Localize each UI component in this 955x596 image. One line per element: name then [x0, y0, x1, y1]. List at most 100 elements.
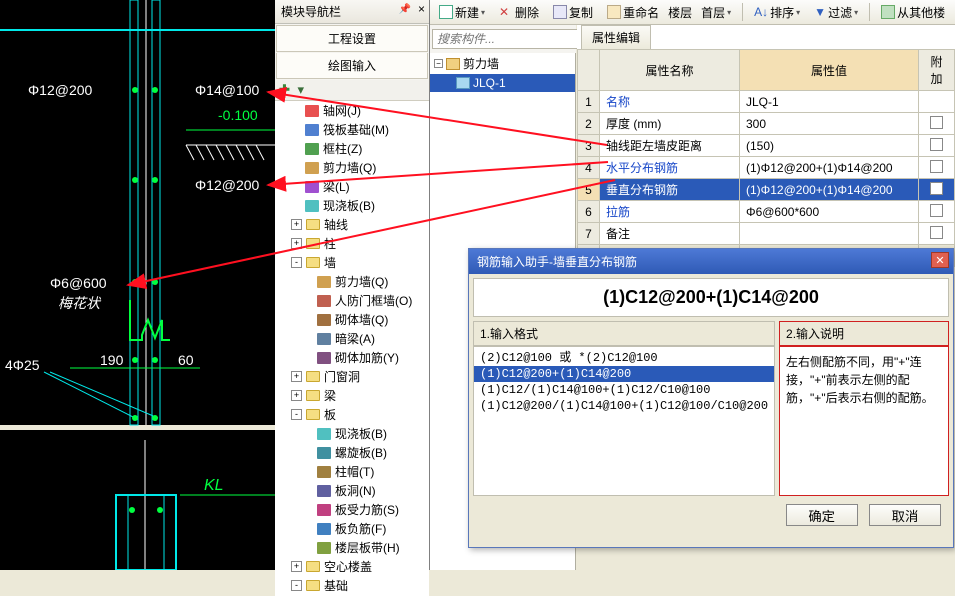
component-root[interactable]: − 剪力墙	[430, 53, 575, 74]
checkbox-icon[interactable]	[930, 204, 943, 217]
format-option[interactable]: (1)C12@200+(1)C14@200	[474, 366, 774, 382]
tree-item[interactable]: 螺旋板(B)	[275, 443, 429, 462]
from-other-button[interactable]: 从其他楼	[876, 1, 950, 24]
property-row[interactable]: 4 水平分布钢筋 (1)Φ12@200+(1)Φ14@200	[578, 157, 955, 179]
tree-item[interactable]: +门窗洞	[275, 367, 429, 386]
property-row[interactable]: 7 备注	[578, 223, 955, 245]
tree-item[interactable]: 现浇板(B)	[275, 196, 429, 215]
prop-value[interactable]: JLQ-1	[740, 91, 919, 113]
expand-icon[interactable]: +	[291, 238, 302, 249]
prop-value[interactable]	[740, 223, 919, 245]
checkbox-icon[interactable]	[930, 182, 943, 195]
cad-dim-60: 60	[178, 352, 194, 368]
prop-extra[interactable]	[919, 135, 955, 157]
col-extra: 附加	[919, 50, 955, 91]
format-option[interactable]: (1)C12@200/(1)C14@100+(1)C12@100/C10@200	[474, 398, 774, 414]
col-name: 属性名称	[600, 50, 740, 91]
tree-item[interactable]: -板	[275, 405, 429, 424]
property-row[interactable]: 1 名称 JLQ-1	[578, 91, 955, 113]
tree-item[interactable]: 现浇板(B)	[275, 424, 429, 443]
nav-tab-settings[interactable]: 工程设置	[276, 25, 428, 52]
prop-extra[interactable]	[919, 179, 955, 201]
properties-tab[interactable]: 属性编辑	[581, 25, 651, 49]
expand-icon[interactable]: +	[291, 219, 302, 230]
collapse-icon[interactable]: ▾	[298, 82, 305, 97]
add-icon[interactable]: ✚	[279, 82, 290, 97]
cancel-button[interactable]: 取消	[869, 504, 941, 526]
component-item-jlq1[interactable]: JLQ-1	[430, 74, 575, 92]
delete-button[interactable]: ✕删除	[494, 1, 544, 24]
tree-item[interactable]: 剪力墙(Q)	[275, 272, 429, 291]
expand-icon[interactable]: −	[434, 59, 443, 68]
prop-extra[interactable]	[919, 113, 955, 135]
tree-item[interactable]: 板负筋(F)	[275, 519, 429, 538]
format-option[interactable]: (2)C12@100 或 *(2)C12@100	[474, 347, 774, 366]
checkbox-icon[interactable]	[930, 138, 943, 151]
dialog-format-list[interactable]: (2)C12@100 或 *(2)C12@100(1)C12@200+(1)C1…	[473, 346, 775, 496]
tree-item[interactable]: +梁	[275, 386, 429, 405]
filter-button[interactable]: ▼过滤▾	[809, 1, 863, 24]
tree-item[interactable]: 轴网(J)	[275, 101, 429, 120]
sort-button[interactable]: A↓排序▾	[749, 1, 805, 24]
prop-value[interactable]: (150)	[740, 135, 919, 157]
floor-selector[interactable]: 首层▾	[696, 1, 736, 24]
cad-label-kl: KL	[204, 477, 224, 494]
tree-item[interactable]: 板洞(N)	[275, 481, 429, 500]
tree-item[interactable]: +空心楼盖	[275, 557, 429, 576]
tree-item-label: 基础	[324, 577, 348, 594]
checkbox-icon[interactable]	[930, 226, 943, 239]
prop-value[interactable]: (1)Φ12@200+(1)Φ14@200	[740, 157, 919, 179]
copy-button[interactable]: 复制	[548, 1, 598, 24]
dialog-titlebar[interactable]: 钢筋输入助手-墙垂直分布钢筋 ✕	[469, 249, 953, 274]
tree-item[interactable]: 砌体加筋(Y)	[275, 348, 429, 367]
tree-item[interactable]: 板受力筋(S)	[275, 500, 429, 519]
tree-item[interactable]: 梁(L)	[275, 177, 429, 196]
prop-extra[interactable]	[919, 223, 955, 245]
new-button[interactable]: 新建▾	[434, 1, 490, 24]
checkbox-icon[interactable]	[930, 116, 943, 129]
nav-tab-drawing[interactable]: 绘图输入	[276, 53, 428, 79]
tree-item[interactable]: 砌体墙(Q)	[275, 310, 429, 329]
expand-icon[interactable]: +	[291, 390, 302, 401]
row-num: 3	[578, 135, 600, 157]
tree-item-label: 筏板基础(M)	[323, 121, 389, 138]
tree-item[interactable]: 框柱(Z)	[275, 139, 429, 158]
tree-item[interactable]: 暗梁(A)	[275, 329, 429, 348]
prop-extra[interactable]	[919, 157, 955, 179]
expand-icon[interactable]: -	[291, 580, 302, 591]
checkbox-icon[interactable]	[930, 160, 943, 173]
ok-button[interactable]: 确定	[786, 504, 858, 526]
property-row[interactable]: 5 垂直分布钢筋 (1)Φ12@200+(1)Φ14@200	[578, 179, 955, 201]
expand-icon[interactable]: -	[291, 409, 302, 420]
property-row[interactable]: 6 拉筋 Φ6@600*600	[578, 201, 955, 223]
prop-extra[interactable]	[919, 91, 955, 113]
expand-icon[interactable]: +	[291, 561, 302, 572]
tree-item[interactable]: - 基础	[275, 576, 429, 595]
rename-button[interactable]: 重命名	[602, 1, 664, 24]
prop-value[interactable]: 300	[740, 113, 919, 135]
abeam-icon	[316, 332, 332, 346]
tree-item[interactable]: 剪力墙(Q)	[275, 158, 429, 177]
tree-item-label: 剪力墙(Q)	[323, 159, 376, 176]
prop-value[interactable]: Φ6@600*600	[740, 201, 919, 223]
tree-item[interactable]: 楼层板带(H)	[275, 538, 429, 557]
tree-item[interactable]: +柱	[275, 234, 429, 253]
property-row[interactable]: 2 厚度 (mm) 300	[578, 113, 955, 135]
tree-item[interactable]: -墙	[275, 253, 429, 272]
close-icon[interactable]: ×	[418, 2, 425, 16]
nav-tree[interactable]: 轴网(J)筏板基础(M)框柱(Z)剪力墙(Q)梁(L)现浇板(B)+轴线+柱-墙…	[275, 101, 429, 596]
pin-icon[interactable]: 📌	[399, 4, 411, 15]
tree-item[interactable]: 人防门框墙(O)	[275, 291, 429, 310]
prop-extra[interactable]	[919, 201, 955, 223]
format-option[interactable]: (1)C12/(1)C14@100+(1)C12/C10@100	[474, 382, 774, 398]
expand-icon[interactable]: +	[291, 371, 302, 382]
folder-icon	[305, 370, 321, 384]
tree-item[interactable]: +轴线	[275, 215, 429, 234]
search-input[interactable]	[432, 29, 599, 49]
dialog-close-button[interactable]: ✕	[931, 252, 949, 268]
tree-item[interactable]: 柱帽(T)	[275, 462, 429, 481]
expand-icon[interactable]: -	[291, 257, 302, 268]
property-row[interactable]: 3 轴线距左墙皮距离 (150)	[578, 135, 955, 157]
tree-item[interactable]: 筏板基础(M)	[275, 120, 429, 139]
prop-value[interactable]: (1)Φ12@200+(1)Φ14@200	[740, 179, 919, 201]
